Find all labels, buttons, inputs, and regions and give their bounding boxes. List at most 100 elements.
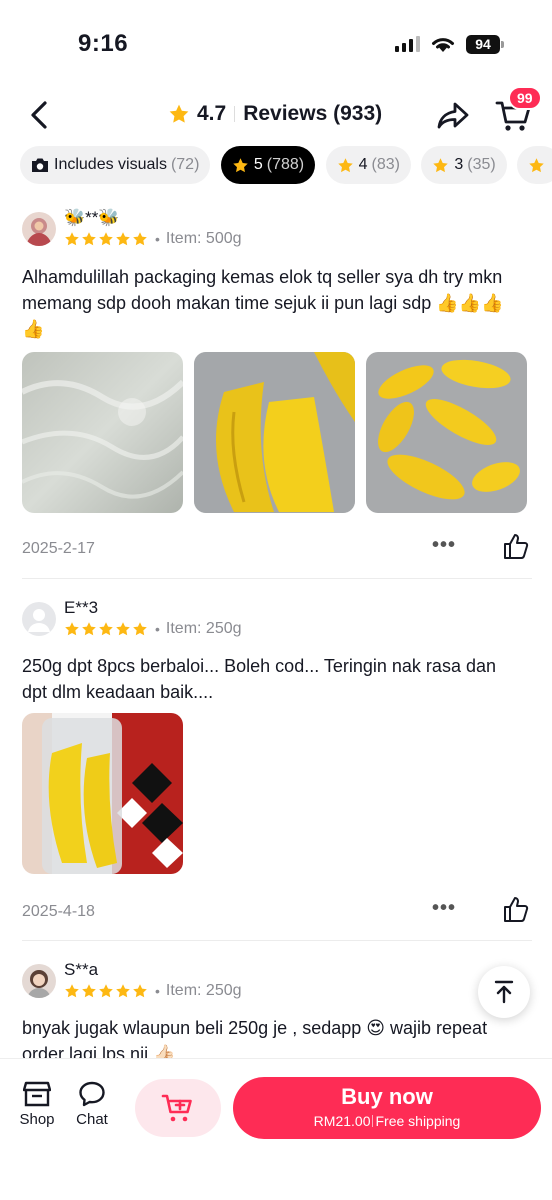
filter-5-star[interactable]: 5 (788) xyxy=(220,146,316,184)
filter-count: (83) xyxy=(371,156,400,173)
review-text: Alhamdulillah packaging kemas elok tq se… xyxy=(22,267,504,339)
wifi-icon xyxy=(432,38,454,52)
shipping-label: Free shipping xyxy=(375,1113,461,1129)
chat-icon xyxy=(79,1081,105,1107)
arrow-up-icon xyxy=(494,980,514,1004)
chat-button[interactable]: Chat xyxy=(67,1081,117,1128)
filter-2-star[interactable] xyxy=(517,146,552,184)
star-icon xyxy=(81,231,97,247)
like-icon[interactable] xyxy=(502,532,530,560)
star-icon xyxy=(81,621,97,637)
more-icon[interactable]: ••• xyxy=(432,534,456,557)
like-icon[interactable] xyxy=(502,895,530,923)
star-icon xyxy=(81,983,97,999)
filter-count: (72) xyxy=(170,156,200,173)
star-rating xyxy=(64,621,149,637)
avatar xyxy=(22,964,56,998)
chat-label: Chat xyxy=(76,1111,108,1128)
battery-indicator: 94 xyxy=(466,35,500,54)
meta-separator: • xyxy=(155,231,160,247)
avatar xyxy=(22,212,56,246)
buy-now-subline: RM21.00 Free shipping xyxy=(233,1113,541,1129)
average-rating: 4.7 xyxy=(197,102,227,125)
star-icon xyxy=(64,231,80,247)
item-variant: Item: 250g xyxy=(165,982,242,999)
filter-count: (788) xyxy=(266,156,305,173)
star-icon xyxy=(132,231,148,247)
item-variant: Item: 250g xyxy=(165,620,242,637)
review-meta: • Item: 250g xyxy=(64,982,242,1000)
signal-icon xyxy=(395,36,420,52)
review-date: 2025-2-17 xyxy=(22,540,95,557)
star-icon xyxy=(115,621,131,637)
meta-separator: • xyxy=(155,621,160,637)
star-icon xyxy=(98,983,114,999)
reviewer-name: 🐝**🐝 xyxy=(64,208,120,227)
star-icon xyxy=(64,621,80,637)
camera-icon xyxy=(32,158,48,172)
divider xyxy=(22,940,532,941)
review-meta: • Item: 250g xyxy=(64,620,242,638)
star-rating xyxy=(64,231,149,247)
cart-badge: 99 xyxy=(508,86,542,110)
filter-label: 4 xyxy=(358,156,368,173)
price-separator xyxy=(372,1115,374,1127)
review-meta: • Item: 500g xyxy=(64,230,242,248)
review-text: 250g dpt 8pcs berbaloi... Boleh cod... T… xyxy=(22,656,496,702)
filter-label: 3 xyxy=(454,156,464,173)
buy-now-button[interactable]: Buy now RM21.00 Free shipping xyxy=(233,1077,541,1139)
status-bar: 9:16 94 xyxy=(0,0,552,90)
star-icon xyxy=(132,621,148,637)
star-rating xyxy=(64,983,149,999)
star-icon xyxy=(528,157,545,174)
header: 4.7 Reviews (933) 99 xyxy=(0,86,552,144)
star-icon xyxy=(168,103,190,125)
avatar xyxy=(22,602,56,636)
review-photos xyxy=(22,352,538,513)
bottom-action-bar: Shop Chat Buy now RM21.00 Free shipping xyxy=(0,1058,552,1200)
star-icon xyxy=(98,621,114,637)
filter-chips: Includes visuals (72) 5 (788) 4 (83) 3 (… xyxy=(20,146,552,186)
star-icon xyxy=(232,157,249,174)
status-time: 9:16 xyxy=(78,30,129,57)
filter-4-star[interactable]: 4 (83) xyxy=(325,146,411,184)
scroll-to-top-button[interactable] xyxy=(478,966,530,1018)
filter-includes-visuals[interactable]: Includes visuals (72) xyxy=(20,146,211,184)
battery-cap xyxy=(501,41,504,48)
star-icon xyxy=(98,231,114,247)
page-title: 4.7 Reviews (933) xyxy=(168,102,382,126)
review-photos xyxy=(22,713,194,874)
shop-button[interactable]: Shop xyxy=(12,1081,62,1128)
star-icon xyxy=(432,157,449,174)
star-icon xyxy=(64,983,80,999)
review-photo[interactable] xyxy=(22,713,183,874)
review-photo[interactable] xyxy=(366,352,527,513)
star-icon xyxy=(337,157,354,174)
filter-3-star[interactable]: 3 (35) xyxy=(421,146,507,184)
price: RM21.00 xyxy=(313,1113,371,1129)
reviews-title: Reviews (933) xyxy=(243,102,383,125)
filter-count: (35) xyxy=(467,156,496,173)
star-icon xyxy=(115,983,131,999)
buy-now-label: Buy now xyxy=(341,1084,433,1109)
filter-label: Includes visuals xyxy=(54,156,167,173)
shop-label: Shop xyxy=(19,1111,55,1128)
title-divider xyxy=(234,106,236,122)
review-date: 2025-4-18 xyxy=(22,903,95,920)
add-cart-icon xyxy=(161,1094,192,1122)
reviewer-name: E**3 xyxy=(64,598,99,617)
review-photo[interactable] xyxy=(194,352,355,513)
filter-label: 5 xyxy=(253,156,263,173)
star-icon xyxy=(115,231,131,247)
add-to-cart-button[interactable] xyxy=(135,1079,221,1137)
item-variant: Item: 500g xyxy=(165,230,242,247)
back-icon[interactable] xyxy=(26,100,54,130)
reviewer-name: S**a xyxy=(64,960,99,979)
share-icon[interactable] xyxy=(436,100,470,132)
review-photo[interactable] xyxy=(22,352,183,513)
star-icon xyxy=(132,983,148,999)
more-icon[interactable]: ••• xyxy=(432,897,456,920)
shop-icon xyxy=(23,1081,51,1107)
divider xyxy=(22,578,532,579)
meta-separator: • xyxy=(155,983,160,999)
